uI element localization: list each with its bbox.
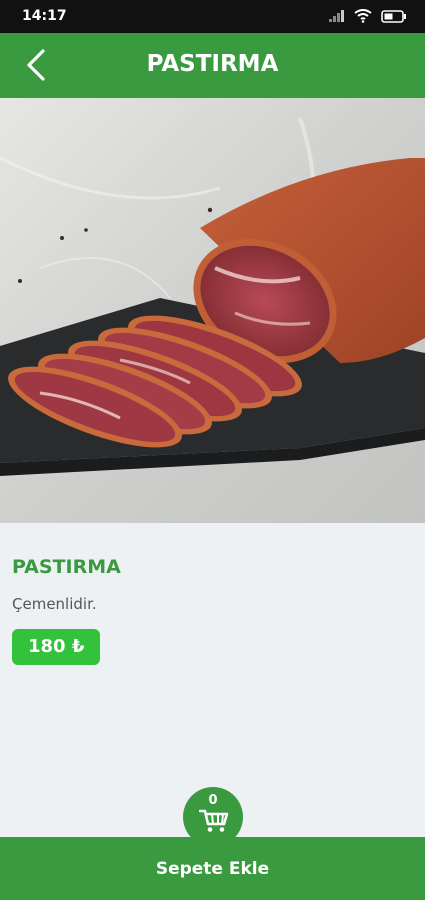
status-time: 14:17 <box>22 8 67 24</box>
page-title: PASTIRMA <box>146 51 279 77</box>
app-bar: PASTIRMA <box>0 33 425 98</box>
pastirma-photo <box>0 98 425 523</box>
cart-button[interactable]: 0 <box>183 787 243 847</box>
product-image <box>0 98 425 523</box>
cart-count: 0 <box>208 793 218 808</box>
signal-icon <box>329 10 344 22</box>
battery-icon <box>381 9 406 23</box>
cart-icon <box>199 809 229 832</box>
price-badge: 180 ₺ <box>12 629 101 665</box>
product-name: PASTIRMA <box>12 556 121 578</box>
wifi-icon <box>354 9 372 23</box>
product-description: Çemenlidir. <box>12 595 97 613</box>
status-icons <box>329 9 407 23</box>
status-bar: 14:17 <box>0 0 425 33</box>
add-to-cart-label: Sepete Ekle <box>155 859 270 879</box>
